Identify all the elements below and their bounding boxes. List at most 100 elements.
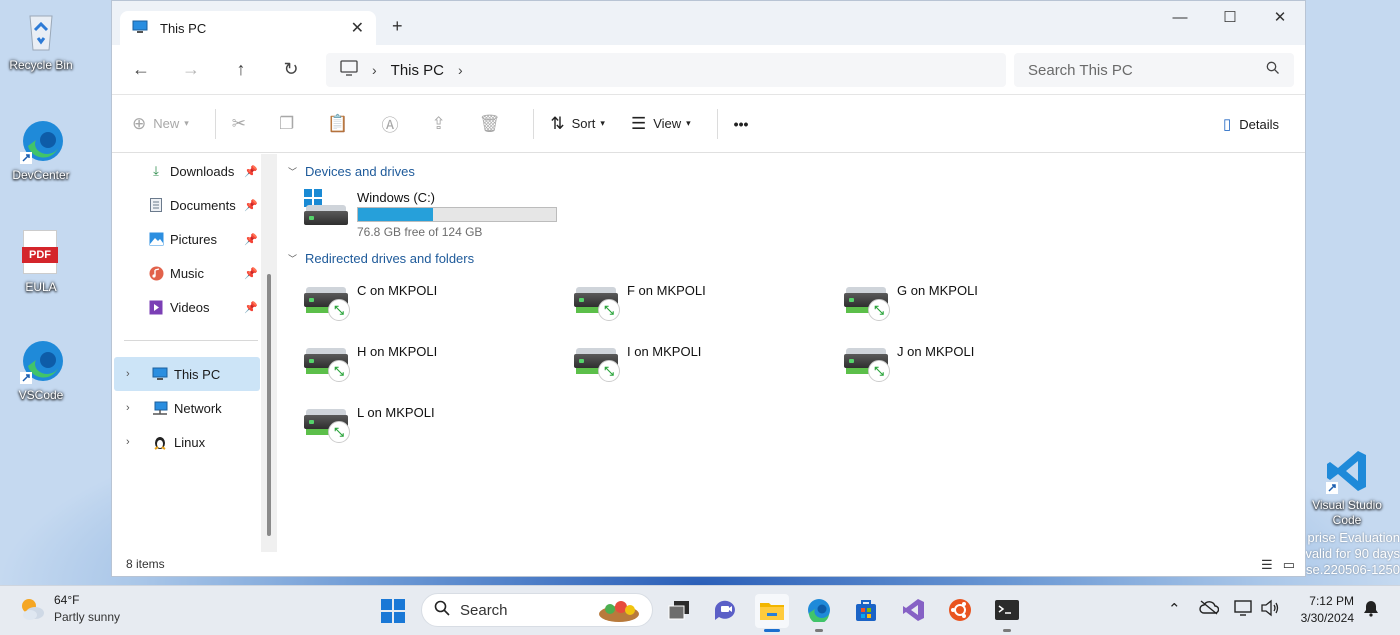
view-button[interactable]: ☰ View ▾ <box>631 114 691 134</box>
close-button[interactable]: ✕ <box>1255 1 1305 33</box>
watermark-line: prise Evaluation <box>1307 530 1400 545</box>
taskbar-terminal[interactable] <box>990 594 1024 632</box>
address-bar[interactable]: › This PC › <box>326 53 1006 87</box>
chevron-down-icon: ▾ <box>184 118 189 128</box>
chevron-right-icon[interactable]: › <box>126 436 140 448</box>
share-icon: ⇪ <box>431 113 446 133</box>
edge-icon <box>18 118 64 164</box>
up-button[interactable]: ↑ <box>216 45 266 95</box>
monitor-icon <box>340 60 358 80</box>
taskbar-task-view[interactable] <box>662 594 696 628</box>
details-view-icon[interactable]: ☰ <box>1261 557 1273 573</box>
sidebar-item-label: Linux <box>174 434 206 450</box>
details-pane-button[interactable]: ▯ Details <box>1223 95 1279 153</box>
search-icon <box>434 600 450 621</box>
maximize-button[interactable]: ☐ <box>1205 1 1255 33</box>
desktop-icon-vscode-shortcut[interactable]: VSCode <box>1 338 81 402</box>
search-box[interactable]: Search This PC <box>1014 53 1294 87</box>
breadcrumb-this-pc[interactable]: This PC <box>391 62 444 79</box>
sidebar-item-label: This PC <box>174 366 221 382</box>
taskbar-store[interactable] <box>849 594 883 628</box>
group-header-redirected[interactable]: ﹀ Redirected drives and folders <box>288 251 474 266</box>
delete-button[interactable]: 🗑 <box>479 114 508 134</box>
command-bar: ⊕ New ▾ ✂ ❐ 📋 Ⓐ ⇪ 🗑 ⇅ Sort ▾ ☰ View ▾ ••… <box>112 95 1305 153</box>
desktop-icon-visual-studio-code[interactable]: Visual Studio Code <box>1306 448 1388 528</box>
pin-icon[interactable]: 📌 <box>244 165 258 178</box>
network-drive-icon: ⤡ <box>302 403 350 443</box>
sidebar-scroll-thumb[interactable] <box>267 274 271 536</box>
chevron-right-icon[interactable]: › <box>126 368 140 380</box>
desktop-icon-devcenter[interactable]: DevCenter <box>1 118 81 182</box>
sidebar-item-linux[interactable]: › Linux <box>114 425 260 459</box>
volume-tray[interactable] <box>1260 599 1280 621</box>
paste-button[interactable]: 📋 <box>327 114 355 134</box>
sidebar-item-pictures[interactable]: Pictures 📌 <box>114 222 260 256</box>
desktop-icon-label: VSCode <box>18 388 64 402</box>
copy-button[interactable]: ❐ <box>279 114 301 134</box>
copy-icon: ❐ <box>279 113 295 133</box>
network-icon <box>1234 600 1254 621</box>
taskbar-search[interactable]: Search <box>421 593 653 627</box>
drive-name: G on MKPOLI <box>897 283 978 298</box>
taskbar-visual-studio[interactable] <box>896 594 930 628</box>
desktop-icon-label: EULA <box>25 280 57 294</box>
network-tray[interactable] <box>1234 599 1254 621</box>
sidebar-item-downloads[interactable]: ⤓ Downloads 📌 <box>114 154 260 188</box>
sort-icon: ⇅ <box>550 113 565 133</box>
chevron-right-icon[interactable]: › <box>458 62 463 78</box>
plus-circle-icon: ⊕ <box>132 113 147 133</box>
sidebar-item-videos[interactable]: Videos 📌 <box>114 290 260 324</box>
show-hidden-icons-button[interactable]: ⌃ <box>1168 600 1181 618</box>
share-button[interactable]: ⇪ <box>431 114 452 134</box>
details-label: Details <box>1239 116 1279 132</box>
tab-this-pc[interactable]: This PC ✕ <box>120 11 376 45</box>
taskbar-file-explorer[interactable] <box>755 594 789 632</box>
rename-button[interactable]: Ⓐ <box>381 111 405 136</box>
chevron-right-icon[interactable]: › <box>126 402 140 414</box>
desktop-icon-recycle-bin[interactable]: Recycle Bin <box>1 8 81 72</box>
refresh-button[interactable]: ↻ <box>266 45 316 95</box>
sidebar-item-music[interactable]: Music 📌 <box>114 256 260 290</box>
group-header-devices[interactable]: ﹀ Devices and drives <box>288 164 415 179</box>
sidebar-item-documents[interactable]: Documents 📌 <box>114 188 260 222</box>
download-icon: ⤓ <box>153 163 159 178</box>
search-icon <box>1266 61 1280 79</box>
tab-close-button[interactable]: ✕ <box>351 18 364 38</box>
desktop-icon-eula[interactable]: PDF EULA <box>1 230 81 294</box>
taskbar-clock[interactable]: 7:12 PM 3/30/2024 <box>1301 593 1354 627</box>
pin-icon[interactable]: 📌 <box>244 267 258 280</box>
taskbar-ubuntu[interactable] <box>943 594 977 628</box>
minimize-button[interactable]: — <box>1155 1 1205 33</box>
status-bar: 8 items ☰ ▭ <box>112 552 1305 576</box>
tiles-view-icon[interactable]: ▭ <box>1283 557 1295 573</box>
cut-button[interactable]: ✂ <box>232 114 253 134</box>
chevron-down-icon: ▾ <box>686 118 691 128</box>
clock-time: 7:12 PM <box>1309 594 1354 608</box>
explorer-body: ⤓ Downloads 📌 Documents 📌 Pictures 📌 Mus… <box>112 154 1305 552</box>
pin-icon[interactable]: 📌 <box>244 199 258 212</box>
sidebar-item-network[interactable]: › Network <box>114 391 260 425</box>
start-button[interactable] <box>376 594 410 628</box>
new-button[interactable]: ⊕ New ▾ <box>132 114 189 134</box>
pin-icon[interactable]: 📌 <box>244 301 258 314</box>
trash-icon: 🗑 <box>478 113 501 133</box>
ellipsis-icon: ••• <box>733 115 749 132</box>
forward-button[interactable]: → <box>166 45 216 95</box>
cloud-offline-icon <box>1199 600 1220 619</box>
taskbar-edge[interactable] <box>802 594 836 632</box>
drive-free-space: 76.8 GB free of 124 GB <box>357 225 483 239</box>
weather-widget[interactable]: 64°F Partly sunny <box>18 592 120 626</box>
toolbar-divider <box>716 108 718 139</box>
vscode-icon <box>1324 448 1370 494</box>
new-tab-button[interactable]: + <box>392 16 403 37</box>
taskbar-teams-chat[interactable] <box>708 594 742 628</box>
onedrive-tray[interactable] <box>1199 599 1220 619</box>
more-options-button[interactable]: ••• <box>734 116 749 132</box>
notification-button[interactable] <box>1362 599 1380 621</box>
watermark-line: valid for 90 days <box>1305 546 1400 561</box>
sort-button[interactable]: ⇅ Sort ▾ <box>550 114 605 134</box>
pin-icon[interactable]: 📌 <box>244 233 258 246</box>
back-button[interactable]: ← <box>116 45 166 95</box>
sidebar-item-this-pc[interactable]: › This PC <box>114 357 260 391</box>
pdf-icon: PDF <box>22 230 59 276</box>
